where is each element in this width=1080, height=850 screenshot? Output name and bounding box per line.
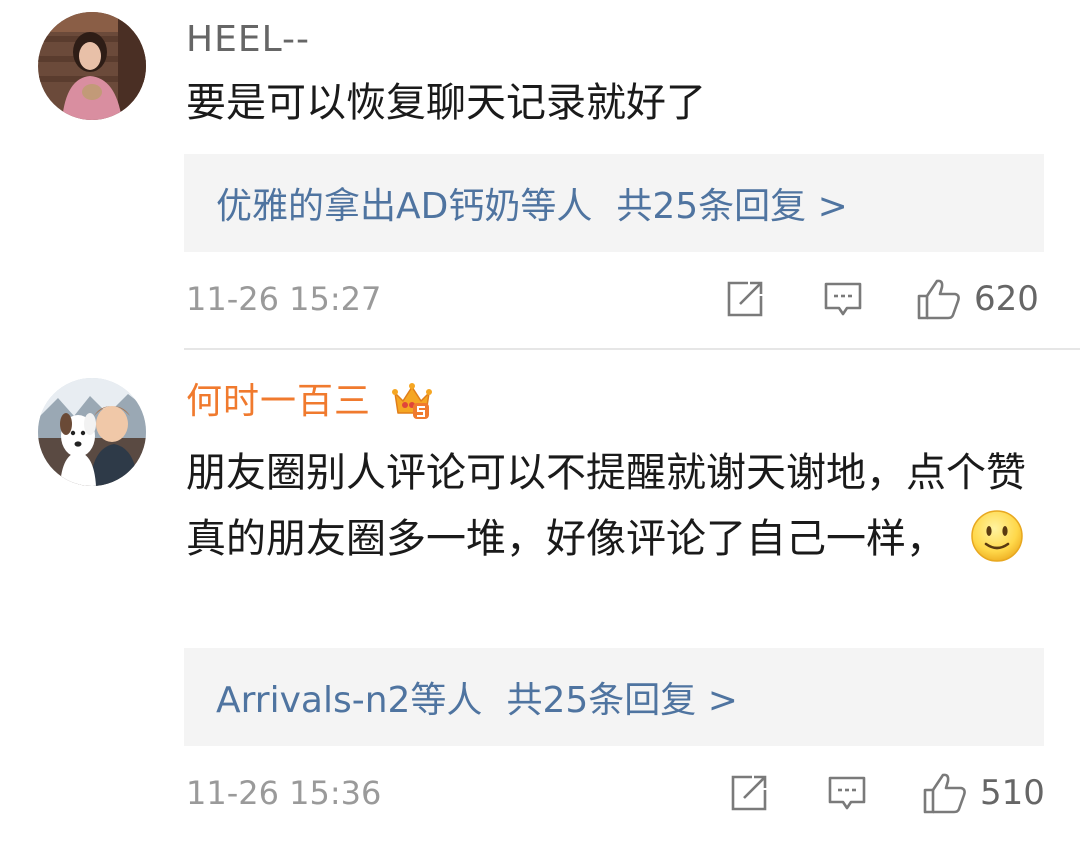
comment-button[interactable] [822,274,864,324]
username-text[interactable]: HEEL-- [186,19,310,60]
comment-text-content: 要是可以恢复聊天记录就好了 [186,80,706,126]
replies-preview-names[interactable]: Arrivals-n2等人 [216,671,482,723]
comment-meta-row: 11-26 15:27 620 [186,274,1044,324]
comment-button[interactable] [826,768,868,818]
comment-item: HEEL-- 要是可以恢复聊天记录就好了 优雅的拿出AD钙奶等人 共25条回复 … [0,0,1080,350]
replies-preview-names[interactable]: 优雅的拿出AD钙奶等人 [216,177,592,229]
replies-count-link[interactable]: 共25条回复 > [506,671,737,723]
comment-text: 要是可以恢复聊天记录就好了 [186,70,1026,136]
avatar[interactable] [38,12,146,120]
timestamp: 11-26 15:27 [186,280,382,318]
replies-preview-button[interactable]: Arrivals-n2等人 共25条回复 > [184,648,1044,746]
smile-emoji-icon [970,510,1023,562]
comment-item: 何时一百三 朋友圈别人评论可以不提醒就谢天谢地，点个赞真的朋友圈多一堆，好像评论… [0,350,1080,850]
comment-feed: HEEL-- 要是可以恢复聊天记录就好了 优雅的拿出AD钙奶等人 共25条回复 … [0,0,1080,850]
username-text[interactable]: 何时一百三 [186,381,371,422]
share-button[interactable] [724,274,766,324]
comment-icon [828,776,866,810]
share-icon [731,775,767,811]
replies-preview-button[interactable]: 优雅的拿出AD钙奶等人 共25条回复 > [184,154,1044,252]
crown-vip-icon [392,383,433,419]
like-button[interactable]: 510 [922,768,1045,818]
comment-icon [824,282,862,316]
thumbs-up-icon [923,773,966,814]
thumbs-up-icon [917,279,960,320]
share-button[interactable] [728,768,770,818]
like-count: 620 [974,279,1039,319]
replies-count-link[interactable]: 共25条回复 > [616,177,847,229]
like-button[interactable]: 620 [916,274,1039,324]
share-icon [727,281,763,317]
timestamp: 11-26 15:36 [186,774,382,812]
username[interactable]: 何时一百三 [186,380,433,424]
comment-text: 朋友圈别人评论可以不提醒就谢天谢地，点个赞真的朋友圈多一堆，好像评论了自己一样， [186,440,1026,572]
comment-meta-row: 11-26 15:36 510 [186,768,1045,818]
avatar[interactable] [38,378,146,486]
avatar-person-photo-icon [38,12,146,120]
like-count: 510 [980,773,1045,813]
comment-text-content: 朋友圈别人评论可以不提醒就谢天谢地，点个赞真的朋友圈多一堆，好像评论了自己一样， [186,450,1026,562]
avatar-child-and-dog-photo-icon [38,378,146,486]
username[interactable]: HEEL-- [186,18,310,62]
